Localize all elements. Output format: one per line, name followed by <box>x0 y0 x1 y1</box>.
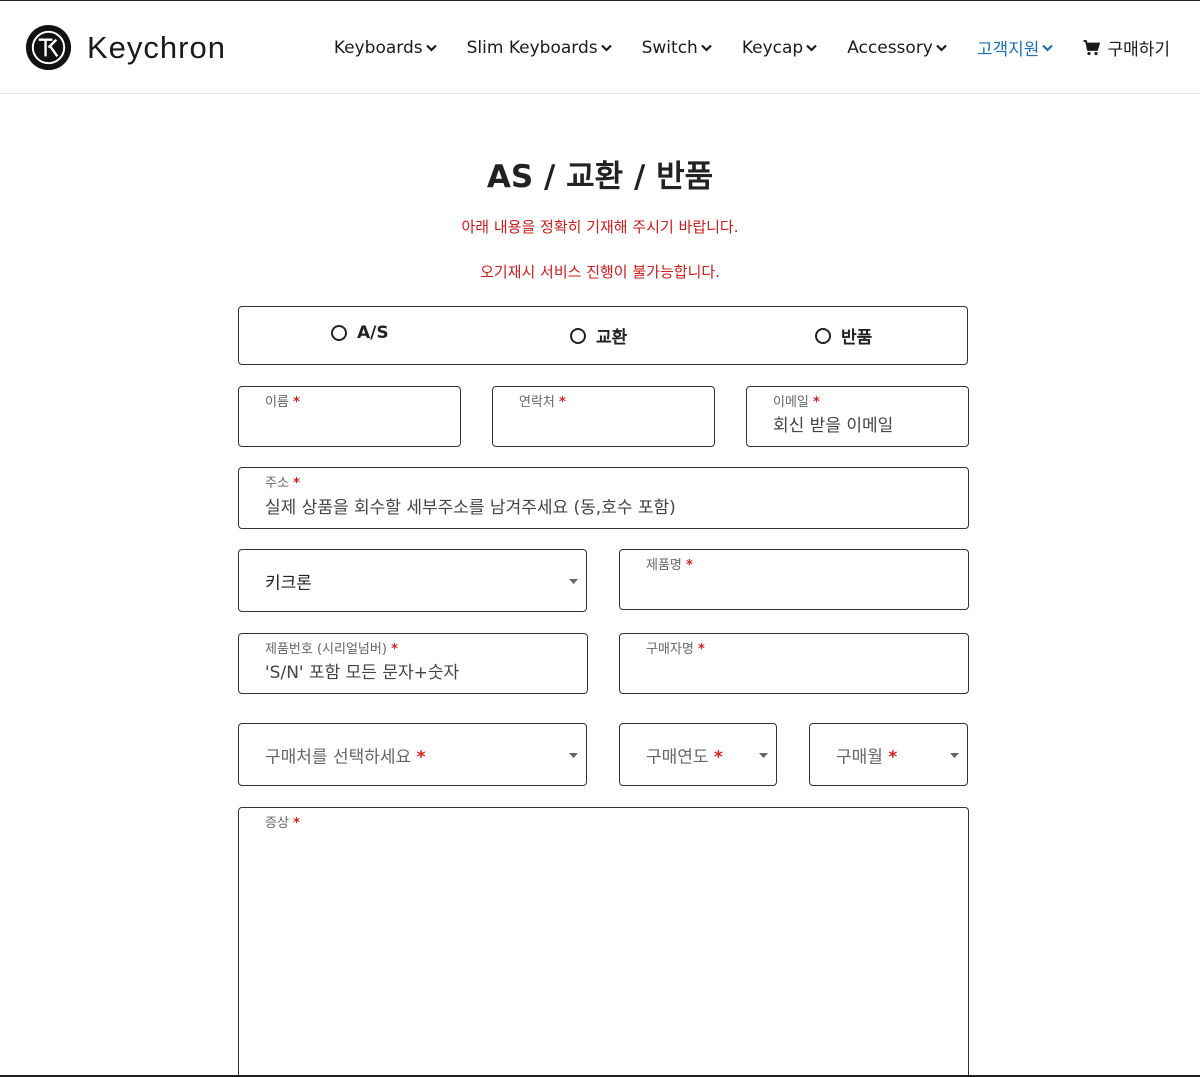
caret-down-icon <box>569 752 578 758</box>
required-mark: * <box>813 395 820 410</box>
purchase-place-select[interactable]: 구매처를 선택하세요 * <box>238 723 587 786</box>
radio-circle[interactable] <box>570 327 586 344</box>
radio-as[interactable]: A/S <box>331 323 389 343</box>
page: Keychron Keyboards Slim Keyboards Switch… <box>0 0 1200 1077</box>
serial-input[interactable] <box>265 663 573 683</box>
page-title: AS / 교환 / 반품 <box>486 159 714 195</box>
radio-return[interactable]: 반품 <box>815 323 872 348</box>
brand-name: Keychron <box>87 29 226 65</box>
nav-item-label: 고객지원 <box>976 40 1040 60</box>
symptom-textarea[interactable] <box>265 840 954 1075</box>
address-input[interactable] <box>265 498 954 518</box>
serial-field[interactable]: 제품번호 (시리얼넘버) * <box>238 633 588 694</box>
field-label: 제품번호 (시리얼넘버) * <box>265 642 398 657</box>
name-field[interactable]: 이름 * <box>238 386 461 447</box>
nav-item-switch[interactable]: Switch <box>642 38 712 58</box>
product-name-input[interactable] <box>646 579 954 599</box>
buyer-name-field[interactable]: 구매자명 * <box>619 633 969 694</box>
select-placeholder: 구매월 * <box>836 747 898 767</box>
purchase-year-select[interactable]: 구매연도 * <box>619 723 777 786</box>
notice-text: 아래 내용을 정확히 기재해 주시기 바랍니다. <box>461 218 739 236</box>
radio-label: A/S <box>357 323 389 343</box>
radio-circle[interactable] <box>815 327 831 344</box>
select-placeholder: 구매처를 선택하세요 * <box>265 747 426 767</box>
nav-item-accessory[interactable]: Accessory <box>847 38 947 58</box>
field-label: 증상 * <box>265 816 300 831</box>
site-header: Keychron Keyboards Slim Keyboards Switch… <box>0 1 1200 94</box>
brand-logo[interactable]: Keychron <box>24 23 226 72</box>
caret-down-icon <box>759 752 768 758</box>
nav-item-label: Switch <box>641 37 698 58</box>
chevron-down-icon <box>701 44 712 52</box>
brand-select[interactable]: 키크론 <box>238 549 587 612</box>
address-field[interactable]: 주소 * <box>238 467 969 529</box>
chevron-down-icon <box>936 44 947 52</box>
field-label: 이름 * <box>265 395 300 410</box>
cart-icon <box>1083 39 1101 55</box>
main-nav: Keyboards Slim Keyboards Switch Keycap A… <box>304 35 1170 61</box>
chevron-down-icon <box>600 44 612 52</box>
brand-select-value: 키크론 <box>265 573 312 593</box>
nav-item-slim-keyboards[interactable]: Slim Keyboards <box>467 38 612 58</box>
chevron-down-icon <box>1042 44 1054 52</box>
product-name-field[interactable]: 제품명 * <box>619 549 969 610</box>
email-field[interactable]: 이메일 * <box>746 386 969 447</box>
radio-label: 교환 <box>596 328 628 348</box>
nav-item-label: Keycap <box>741 37 804 58</box>
required-mark: * <box>713 747 723 767</box>
nav-item-label: 구매하기 <box>1107 40 1170 60</box>
required-mark: * <box>293 476 300 491</box>
caret-down-icon <box>569 578 578 584</box>
nav-item-keycap[interactable]: Keycap <box>742 38 817 58</box>
phone-field[interactable]: 연락처 * <box>492 386 715 447</box>
name-input[interactable] <box>265 416 446 436</box>
nav-item-keyboards[interactable]: Keyboards <box>334 38 437 58</box>
nav-item-label: Accessory <box>847 37 933 58</box>
chevron-down-icon <box>806 44 817 52</box>
nav-item-label: Keyboards <box>333 37 423 58</box>
field-label: 구매자명 * <box>646 642 705 657</box>
radio-label: 반품 <box>841 328 873 348</box>
required-mark: * <box>559 395 566 410</box>
keychron-logo-icon <box>25 24 72 71</box>
required-mark: * <box>416 747 426 767</box>
request-type-radio-group: A/S 교환 반품 <box>238 306 968 365</box>
radio-circle[interactable] <box>331 325 347 341</box>
required-mark: * <box>293 395 300 410</box>
buyer-name-input[interactable] <box>646 663 954 683</box>
radio-exchange[interactable]: 교환 <box>570 323 627 348</box>
field-label: 제품명 * <box>646 558 693 573</box>
phone-input[interactable] <box>519 416 700 436</box>
required-mark: * <box>391 642 398 657</box>
select-placeholder: 구매연도 * <box>646 747 723 767</box>
email-input[interactable] <box>773 416 954 436</box>
nav-item-label: Slim Keyboards <box>466 37 598 58</box>
symptom-field[interactable]: 증상 * <box>238 807 969 1075</box>
field-label: 연락처 * <box>519 395 566 410</box>
caret-down-icon <box>950 752 959 758</box>
required-mark: * <box>293 816 300 831</box>
notice-text: 오기재시 서비스 진행이 불가능합니다. <box>480 263 720 281</box>
required-mark: * <box>686 558 693 573</box>
nav-item-buy[interactable]: 구매하기 <box>1083 35 1170 60</box>
required-mark: * <box>888 747 898 767</box>
required-mark: * <box>697 642 705 657</box>
nav-item-support[interactable]: 고객지원 <box>977 35 1054 60</box>
chevron-down-icon <box>425 44 437 52</box>
field-label: 주소 * <box>265 476 300 491</box>
purchase-month-select[interactable]: 구매월 * <box>809 723 968 786</box>
field-label: 이메일 * <box>773 395 820 410</box>
